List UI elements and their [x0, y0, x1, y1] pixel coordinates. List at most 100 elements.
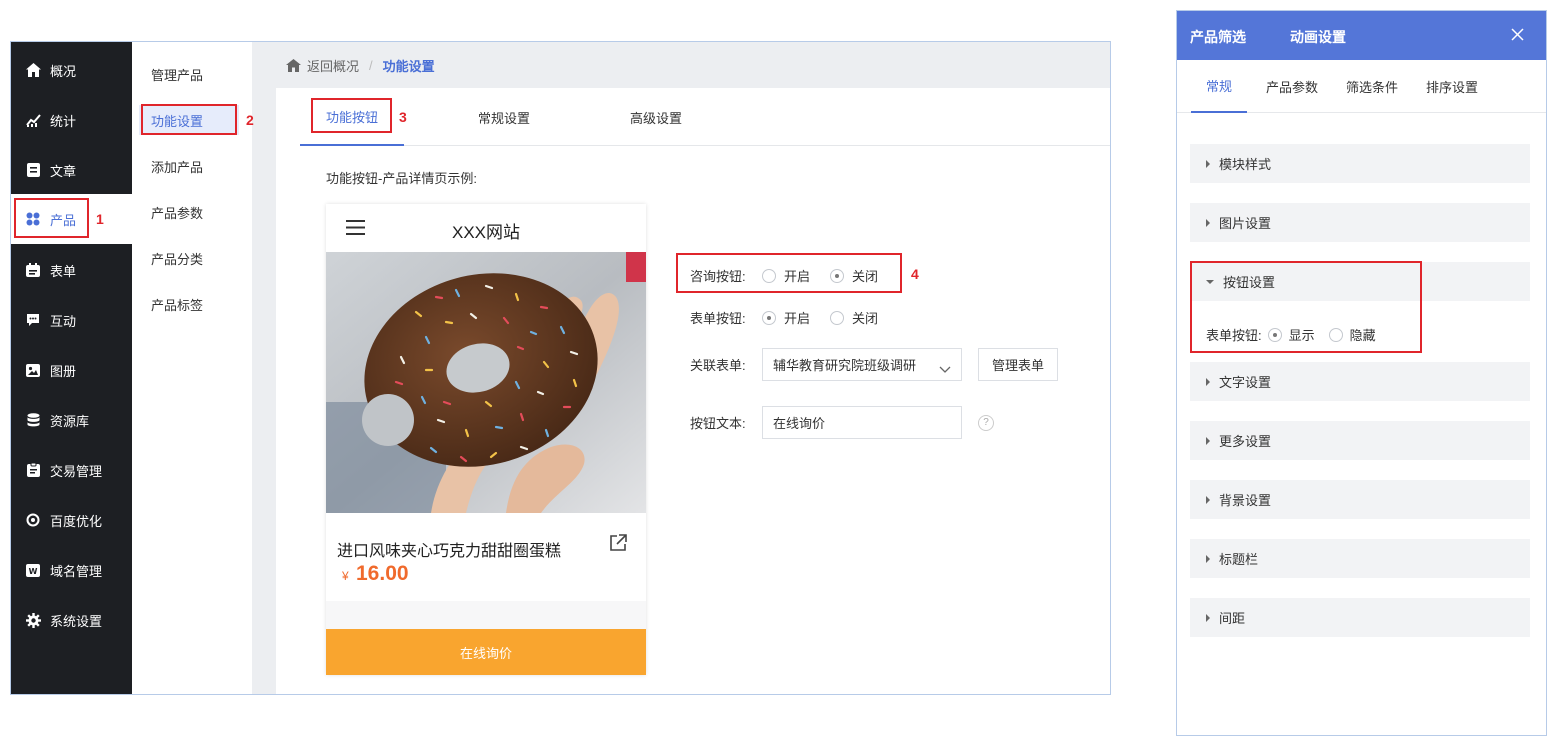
section-title-bar[interactable]: 标题栏	[1190, 539, 1530, 578]
sidebar-item-articles[interactable]: 文章	[11, 145, 132, 195]
tab-label: 常规	[1205, 79, 1232, 94]
submenu-item-product-category[interactable]: 产品分类	[139, 243, 239, 273]
tab-advanced-settings[interactable]: 高级设置	[604, 88, 708, 146]
sidebar-item-overview[interactable]: 概况	[11, 45, 132, 95]
section-spacing[interactable]: 间距	[1190, 598, 1530, 637]
section-label: 文字设置	[1219, 375, 1272, 390]
caret-right-icon	[1206, 554, 1210, 563]
tab-label: 高级设置	[629, 110, 682, 126]
tab-general[interactable]: 常规	[1191, 60, 1247, 113]
tab-product-params[interactable]: 产品参数	[1261, 60, 1323, 113]
annotation-box-4	[676, 253, 902, 293]
panel-tabs: 常规 产品参数 筛选条件 排序设置	[1177, 60, 1546, 113]
sidebar-item-resources[interactable]: 资源库	[11, 395, 132, 445]
linked-form-value: 辅华教育研究院班级调研	[773, 358, 917, 373]
tab-sort-settings[interactable]: 排序设置	[1421, 60, 1483, 113]
tab-label: 排序设置	[1425, 80, 1478, 95]
submenu-item-add-product[interactable]: 添加产品	[139, 151, 239, 181]
annotation-box-button-settings	[1190, 261, 1422, 353]
tab-filter-conditions[interactable]: 筛选条件	[1341, 60, 1403, 113]
section-image-settings[interactable]: 图片设置	[1190, 203, 1530, 242]
section-label: 模块样式	[1219, 157, 1272, 172]
section-title: 功能按钮-产品详情页示例:	[326, 171, 477, 186]
preview-header: XXX网站	[326, 204, 646, 252]
share-icon[interactable]	[608, 533, 628, 556]
sidebar-item-album[interactable]: 图册	[11, 345, 132, 395]
sidebar-item-label: 表单	[50, 263, 77, 279]
manage-form-button[interactable]: 管理表单	[978, 348, 1058, 381]
submenu-item-manage-products[interactable]: 管理产品	[139, 59, 239, 89]
caret-right-icon	[1206, 613, 1210, 622]
sidebar-item-interaction[interactable]: 互动	[11, 295, 132, 345]
button-text-row: 按钮文本: 在线询价 ?	[690, 406, 994, 439]
sidebar-item-label: 百度优化	[50, 513, 103, 529]
submenu-item-label: 产品分类	[151, 251, 204, 267]
admin-window: 概况 统计 文章 产品 表单 互动 图册 资源库 交易管理 百度优化 W 域名管…	[10, 41, 1111, 695]
breadcrumb-back-link[interactable]: 返回概况	[307, 56, 359, 75]
linked-form-select[interactable]: 辅华教育研究院班级调研	[762, 348, 962, 381]
preview-site-name: XXX网站	[451, 223, 521, 242]
chat-icon	[25, 312, 41, 328]
sidebar: 概况 统计 文章 产品 表单 互动 图册 资源库 交易管理 百度优化 W 域名管…	[11, 42, 132, 694]
settings-panel: 功能按钮 常规设置 高级设置 功能按钮-产品详情页示例: XXX网站 进口风味夹…	[276, 88, 1110, 694]
panel-header: 产品筛选 动画设置	[1177, 11, 1546, 60]
tab-animation-settings[interactable]: 动画设置	[1290, 27, 1346, 47]
tab-product-filter[interactable]: 产品筛选	[1190, 27, 1246, 47]
sidebar-item-label: 概况	[50, 63, 77, 79]
sidebar-item-label: 文章	[50, 163, 77, 179]
help-icon[interactable]: ?	[978, 414, 994, 431]
sidebar-item-trade[interactable]: 交易管理	[11, 445, 132, 495]
article-icon	[25, 162, 41, 178]
breadcrumb-separator: /	[369, 57, 373, 73]
sidebar-item-settings[interactable]: 系统设置	[11, 595, 132, 645]
home-icon	[25, 62, 41, 78]
product-submenu: 管理产品 功能设置 添加产品 产品参数 产品分类 产品标签	[132, 42, 252, 694]
inquiry-button[interactable]: 在线询价	[326, 629, 646, 675]
section-more-settings[interactable]: 更多设置	[1190, 421, 1530, 460]
caret-right-icon	[1206, 436, 1210, 445]
sidebar-item-domain[interactable]: W 域名管理	[11, 545, 132, 595]
module-settings-panel: 产品筛选 动画设置 常规 产品参数 筛选条件 排序设置 模块样式 图片设置 按钮…	[1176, 10, 1547, 736]
section-text-settings[interactable]: 文字设置	[1190, 362, 1530, 401]
submenu-item-label: 管理产品	[151, 67, 204, 83]
sidebar-item-label: 交易管理	[50, 463, 103, 479]
sidebar-item-seo[interactable]: 百度优化	[11, 495, 132, 545]
product-name: 进口风味夹心巧克力甜甜圈蛋糕	[337, 543, 562, 560]
submenu-item-product-tags[interactable]: 产品标签	[139, 289, 239, 319]
sidebar-item-label: 系统设置	[50, 613, 103, 629]
sidebar-item-forms[interactable]: 表单	[11, 245, 132, 295]
home-icon[interactable]	[286, 58, 301, 72]
section-module-style[interactable]: 模块样式	[1190, 144, 1530, 183]
submenu-item-label: 产品标签	[151, 297, 204, 313]
form-button-on-radio[interactable]	[762, 310, 776, 325]
option-label: 开启	[784, 311, 811, 326]
tab-label: 常规设置	[477, 110, 530, 126]
form-button-off-radio[interactable]	[830, 310, 845, 325]
sidebar-item-label: 图册	[50, 363, 77, 379]
album-icon	[25, 362, 41, 378]
tab-general-settings[interactable]: 常规设置	[452, 88, 556, 146]
submenu-item-product-params[interactable]: 产品参数	[139, 197, 239, 227]
annotation-number-2: 2	[246, 112, 254, 128]
button-text-input[interactable]: 在线询价	[762, 406, 962, 439]
breadcrumb-current: 功能设置	[382, 58, 435, 74]
form-icon	[25, 262, 41, 278]
caret-right-icon	[1206, 377, 1210, 386]
linked-form-row: 关联表单: 辅华教育研究院班级调研 管理表单	[690, 348, 1058, 381]
annotation-number-1: 1	[96, 211, 104, 227]
chevron-down-icon	[939, 361, 951, 376]
section-label: 间距	[1219, 611, 1246, 626]
tab-label: 产品参数	[1265, 80, 1318, 95]
section-background-settings[interactable]: 背景设置	[1190, 480, 1530, 519]
button-text-value: 在线询价	[773, 416, 826, 431]
section-label: 标题栏	[1219, 552, 1259, 567]
close-icon[interactable]	[1511, 28, 1524, 44]
section-label: 背景设置	[1219, 493, 1272, 508]
caret-right-icon	[1206, 218, 1210, 227]
section-label: 更多设置	[1219, 434, 1272, 449]
form-button-label: 表单按钮:	[690, 311, 746, 326]
sidebar-item-statistics[interactable]: 统计	[11, 95, 132, 145]
form-button-row: 表单按钮: 开启 关闭	[690, 308, 878, 327]
tab-label: 筛选条件	[1345, 80, 1398, 95]
settings-tabs: 功能按钮 常规设置 高级设置	[300, 88, 1110, 146]
